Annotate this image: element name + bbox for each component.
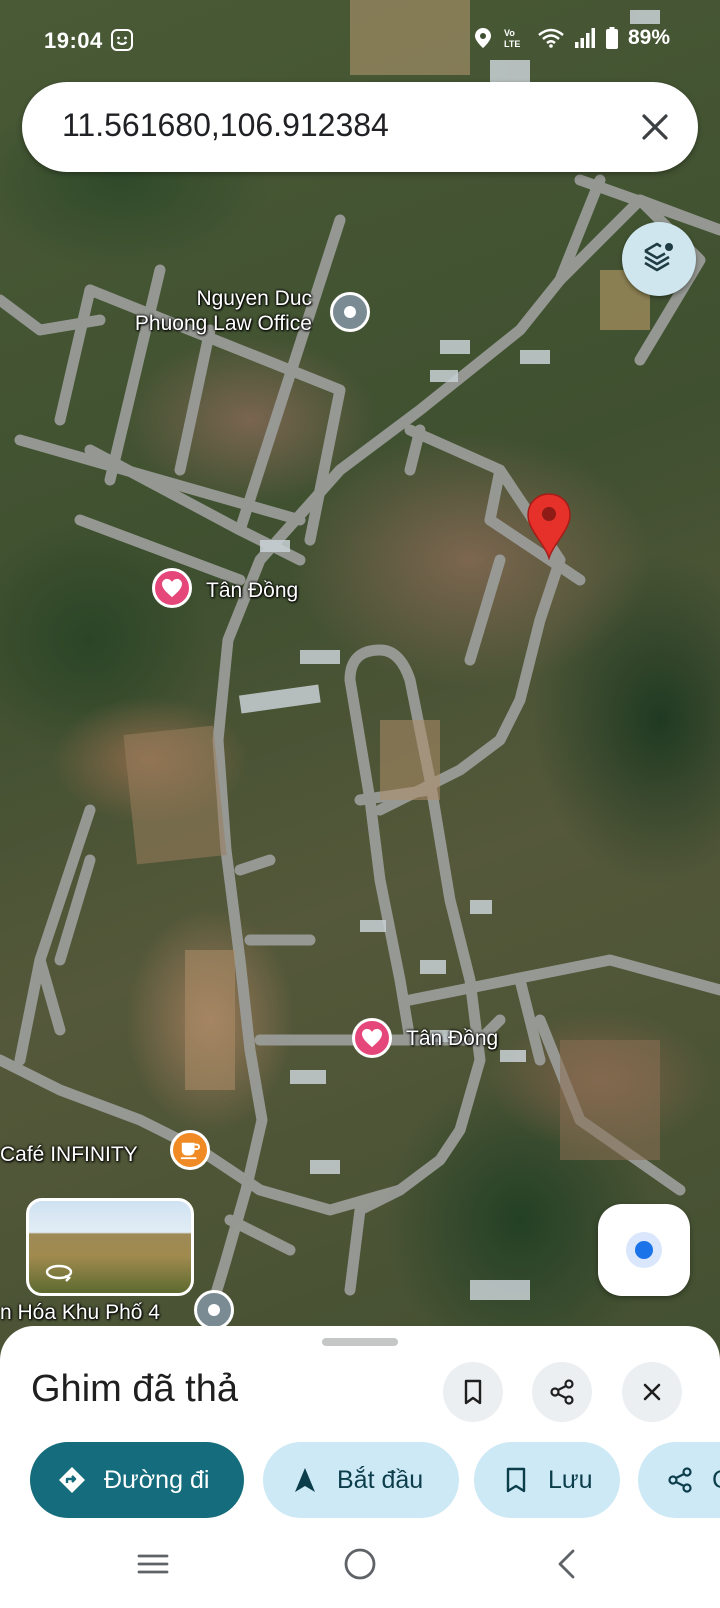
close-icon[interactable] — [634, 106, 676, 148]
street-view-thumbnail[interactable] — [26, 1198, 194, 1296]
dropped-pin-icon[interactable] — [525, 492, 573, 560]
drag-handle[interactable] — [322, 1338, 398, 1346]
share-chip-label: C — [712, 1466, 720, 1495]
save-label: Lưu — [548, 1465, 593, 1494]
search-bar[interactable]: 11.561680,106.912384 — [22, 82, 698, 172]
search-input[interactable]: 11.561680,106.912384 — [62, 107, 389, 144]
home-circle-icon — [344, 1548, 376, 1580]
tan-dong-marker-1[interactable] — [152, 568, 192, 608]
law-office-label[interactable]: Nguyen Duc Phuong Law Office — [100, 286, 312, 336]
back-chevron-icon — [558, 1549, 575, 1579]
location-icon — [474, 28, 491, 48]
layers-icon — [644, 242, 673, 272]
home-button[interactable] — [340, 1544, 380, 1584]
menu-lines-icon — [137, 1554, 169, 1574]
law-office-marker[interactable] — [330, 292, 370, 332]
tan-dong-label-1[interactable]: Tân Đồng — [206, 578, 298, 603]
action-chips: Đường đi Bắt đầu Lưu C — [0, 1442, 720, 1518]
share-icon — [550, 1379, 574, 1405]
place-dot-icon — [208, 1304, 220, 1316]
save-button[interactable]: Lưu — [474, 1442, 620, 1518]
status-bar: 19:04 Vo LTE 89% — [0, 0, 720, 72]
360-rotate-icon — [45, 1264, 73, 1282]
cafe-marker[interactable] — [170, 1130, 210, 1170]
back-button[interactable] — [546, 1544, 586, 1584]
svg-text:Vo: Vo — [504, 28, 515, 38]
bookmark-button[interactable] — [443, 1362, 503, 1422]
system-navigation-bar — [0, 1522, 720, 1608]
cultural-house-marker[interactable] — [194, 1290, 234, 1330]
heart-icon — [162, 578, 182, 598]
directions-icon — [59, 1467, 85, 1493]
map-layers-button[interactable] — [622, 222, 696, 296]
battery-icon — [605, 27, 618, 49]
share-chip-button[interactable]: C — [638, 1442, 720, 1518]
start-button[interactable]: Bắt đầu — [263, 1442, 459, 1518]
start-label: Bắt đầu — [337, 1465, 424, 1494]
status-time: 19:04 — [44, 28, 103, 53]
tan-dong-marker-2[interactable] — [352, 1018, 392, 1058]
sheet-title: Ghim đã thả — [31, 1368, 238, 1410]
my-location-icon — [626, 1232, 662, 1268]
share-button[interactable] — [532, 1362, 592, 1422]
cultural-house-label[interactable]: n Hóa Khu Phố 4 — [0, 1300, 160, 1325]
directions-button[interactable]: Đường đi — [30, 1442, 244, 1518]
status-icons: Vo LTE 89% — [474, 26, 670, 50]
heart-icon — [362, 1028, 382, 1048]
coffee-cup-icon — [180, 1142, 201, 1160]
recent-apps-button[interactable] — [133, 1544, 173, 1584]
signal-icon — [574, 28, 595, 48]
place-dot-icon — [344, 306, 356, 318]
cafe-label[interactable]: Café INFINITY — [0, 1142, 138, 1167]
navigation-arrow-icon — [295, 1468, 315, 1492]
tan-dong-label-2[interactable]: Tân Đồng — [406, 1026, 498, 1051]
smiley-notification-icon — [111, 29, 133, 51]
close-icon — [643, 1383, 661, 1401]
battery-percent: 89% — [627, 26, 670, 49]
my-location-button[interactable] — [598, 1204, 690, 1296]
svg-text:LTE: LTE — [504, 39, 520, 49]
close-sheet-button[interactable] — [622, 1362, 682, 1422]
wifi-icon — [538, 28, 564, 48]
bookmark-icon — [506, 1467, 526, 1493]
bookmark-icon — [464, 1379, 482, 1405]
share-icon — [668, 1467, 692, 1493]
directions-label: Đường đi — [104, 1465, 210, 1494]
volte-icon: Vo LTE — [504, 28, 520, 49]
